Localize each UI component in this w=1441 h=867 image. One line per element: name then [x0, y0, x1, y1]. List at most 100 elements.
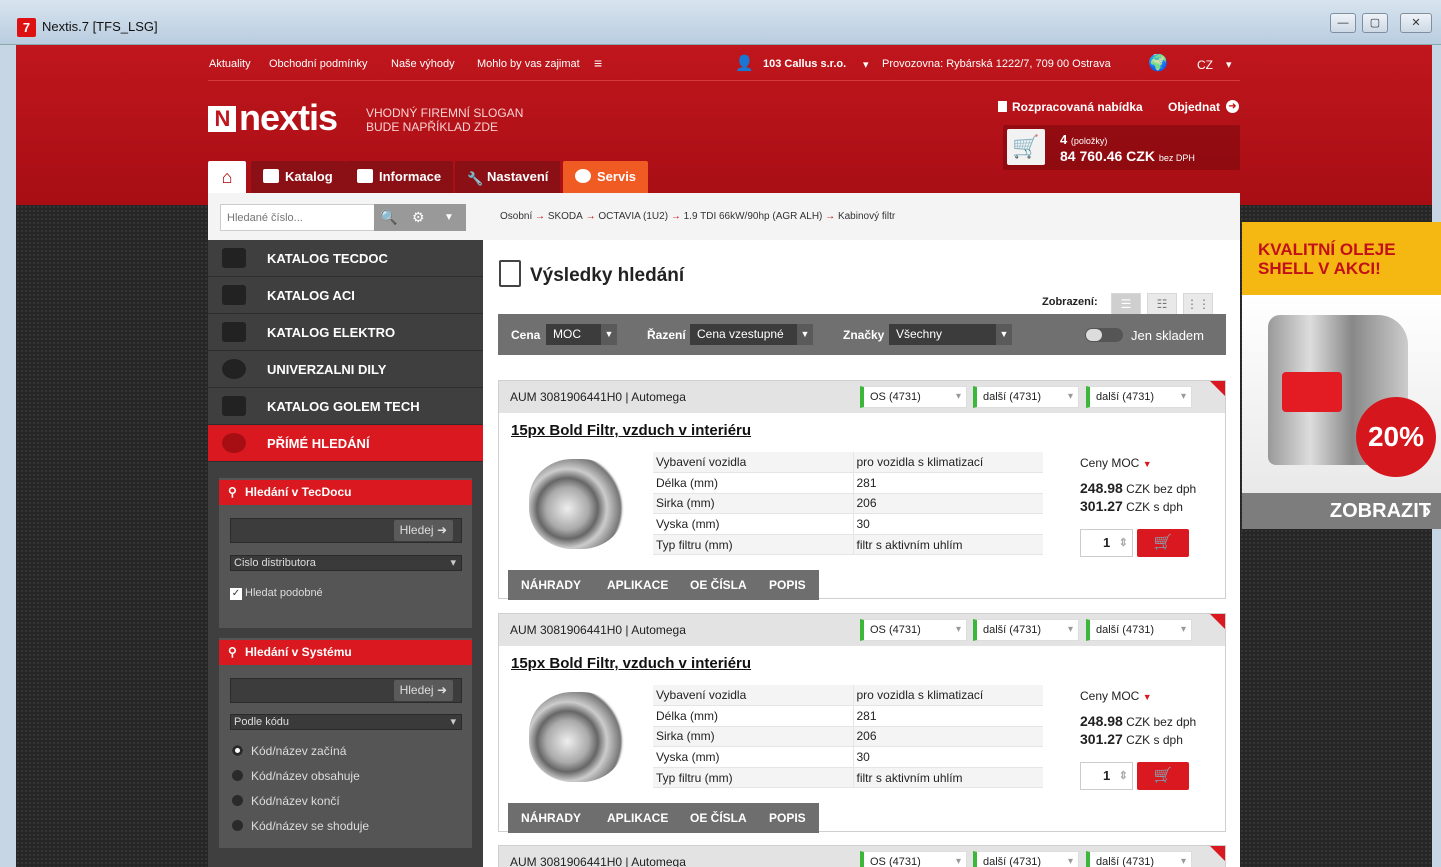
hledat-podobne-checkbox[interactable]: ✓ Hledat podobné — [230, 587, 323, 600]
stock-select[interactable]: další (4731) — [973, 619, 1079, 641]
tab-aplikace[interactable]: APLIKACE — [594, 803, 682, 833]
sidebar-item-label: UNIVERZALNI DILY — [267, 362, 387, 377]
cart-icon[interactable]: 🛒 — [1007, 129, 1045, 165]
topnav-mohlo-by-vas-zajimat[interactable]: Mohlo by vas zajimat — [477, 58, 580, 70]
promo-show-button[interactable]: ZOBRAZIT › — [1242, 493, 1441, 529]
add-to-cart-button[interactable]: 🛒 — [1137, 762, 1189, 790]
tab-popis[interactable]: POPIS — [756, 570, 819, 600]
company-selector[interactable]: 103 Callus s.r.o. — [763, 58, 846, 70]
radio-kod-se-shoduje[interactable]: Kód/název se shoduje — [232, 819, 369, 833]
radio-kod-zacina[interactable]: Kód/název začíná — [232, 744, 346, 758]
breadcrumb-item[interactable]: 1.9 TDI 66kW/90hp (AGR ALH) — [684, 211, 823, 222]
tab-informace[interactable]: Informace — [345, 161, 454, 193]
radio-kod-konci[interactable]: Kód/název končí — [232, 794, 340, 808]
tecdoc-hledej-button[interactable]: Hledej ➜ — [393, 520, 453, 541]
breadcrumb-item[interactable]: Osobní — [500, 211, 532, 222]
radio-icon[interactable] — [232, 795, 243, 806]
close-button[interactable]: ✕ — [1400, 13, 1432, 33]
tab-popis[interactable]: POPIS — [756, 803, 819, 833]
view-detail-icon[interactable]: ☷ — [1147, 293, 1177, 315]
system-mode-select[interactable]: Podle kódu — [230, 714, 462, 730]
tab-nastaveni[interactable]: 🔧 Nastavení — [455, 161, 561, 193]
breadcrumb-item[interactable]: Kabinový filtr — [838, 211, 895, 222]
radio-kod-obsahuje[interactable]: Kód/název obsahuje — [232, 769, 360, 783]
price-type-selector[interactable]: Ceny MOC ▼ — [1080, 689, 1152, 703]
chevron-down-icon: ▼ — [1142, 459, 1152, 469]
stock-select[interactable]: další (4731) — [973, 386, 1079, 408]
stock-select[interactable]: další (4731) — [1086, 619, 1192, 641]
sidebar-item-katalog-golem-tech[interactable]: KATALOG GOLEM TECH — [208, 388, 483, 425]
chevron-down-icon[interactable]: ▾ — [1226, 58, 1232, 71]
breadcrumb-item[interactable]: SKODA — [548, 211, 583, 222]
table-row: Vyska (mm) 30 — [653, 513, 1043, 535]
tecdoc-mode-select[interactable]: Cislo distributora — [230, 555, 462, 571]
menu-icon[interactable]: ≡ — [594, 55, 602, 71]
product-title-link[interactable]: 15px Bold Filtr, vzduch v interiéru — [511, 422, 751, 439]
minimize-button[interactable]: — — [1330, 13, 1356, 33]
tab-nahrady[interactable]: NÁHRADY — [508, 570, 594, 600]
tecdoc-search-input[interactable]: Hledej ➜ — [230, 518, 462, 543]
tab-oe-cisla[interactable]: OE ČÍSLA — [677, 803, 760, 833]
settings-icon[interactable]: ⚙ — [412, 204, 425, 231]
topnav-nase-vyhody[interactable]: Naše výhody — [391, 58, 455, 70]
system-hledej-button[interactable]: Hledej ➜ — [393, 680, 453, 701]
logo[interactable]: Nnextis — [208, 97, 338, 139]
price-value: 248.98 — [1080, 480, 1123, 496]
price-type-selector[interactable]: Ceny MOC ▼ — [1080, 456, 1152, 470]
view-grid-icon[interactable]: ⋮⋮ — [1183, 293, 1213, 315]
price-value: 301.27 — [1080, 731, 1123, 747]
search-input[interactable] — [220, 204, 375, 231]
quantity-stepper[interactable]: 1 — [1080, 529, 1133, 557]
topnav-obchodni-podminky[interactable]: Obchodní podmínky — [269, 58, 367, 70]
table-row: Sirka (mm) 206 — [653, 726, 1043, 748]
view-list-icon[interactable]: ☰ — [1111, 293, 1141, 315]
stock-select[interactable]: OS (4731) — [860, 386, 967, 408]
stock-toggle[interactable] — [1085, 328, 1123, 342]
arrow-right-icon[interactable]: ➜ — [1226, 100, 1239, 113]
stock-select[interactable]: další (4731) — [1086, 851, 1192, 867]
product-image[interactable] — [529, 459, 625, 549]
quantity-stepper[interactable]: 1 — [1080, 762, 1133, 790]
checkbox-icon[interactable]: ✓ — [230, 588, 242, 600]
lightning-icon — [222, 322, 246, 342]
tab-servis[interactable]: Servis — [563, 161, 649, 193]
chevron-down-icon[interactable]: ▼ — [444, 204, 454, 231]
stock-select[interactable]: další (4731) — [1086, 386, 1192, 408]
chat-icon — [357, 169, 373, 183]
corner-flag-icon — [1210, 846, 1225, 861]
rozpracovana-nabidka-link[interactable]: Rozpracovaná nabídka — [1012, 100, 1143, 114]
tab-nahrady[interactable]: NÁHRADY — [508, 803, 594, 833]
breadcrumb-item[interactable]: OCTAVIA (1U2) — [598, 211, 668, 222]
sidebar-item-univerzalni-dily[interactable]: UNIVERZALNI DILY — [208, 351, 483, 388]
chevron-right-icon: › — [1424, 500, 1431, 522]
system-search-input[interactable]: Hledej ➜ — [230, 678, 462, 703]
search-icon[interactable]: 🔍 — [380, 204, 397, 231]
tab-aplikace[interactable]: APLIKACE — [594, 570, 682, 600]
tab-home[interactable]: ⌂ — [208, 161, 246, 193]
sidebar-item-katalog-elektro[interactable]: KATALOG ELEKTRO — [208, 314, 483, 351]
sidebar-item-katalog-tecdoc[interactable]: KATALOG TECDOC — [208, 240, 483, 277]
radio-icon[interactable] — [232, 745, 243, 756]
stock-select[interactable]: OS (4731) — [860, 619, 967, 641]
promo-headline: KVALITNÍ OLEJE SHELL V AKCI! — [1242, 222, 1441, 295]
maximize-button[interactable]: ▢ — [1362, 13, 1388, 33]
sidebar-item-prime-hledani[interactable]: PŘÍMÉ HLEDÁNÍ — [208, 425, 483, 462]
topnav-aktuality[interactable]: Aktuality — [209, 58, 251, 70]
radio-icon[interactable] — [232, 770, 243, 781]
radio-icon[interactable] — [232, 820, 243, 831]
tab-katalog[interactable]: Katalog — [251, 161, 345, 193]
stock-select[interactable]: OS (4731) — [860, 851, 967, 867]
znacky-select[interactable]: Všechny ▼ — [889, 324, 1012, 345]
language-selector[interactable]: CZ — [1197, 58, 1213, 72]
stock-select[interactable]: další (4731) — [973, 851, 1079, 867]
product-image[interactable] — [529, 692, 625, 782]
objednat-link[interactable]: Objednat — [1168, 100, 1220, 114]
add-to-cart-button[interactable]: 🛒 — [1137, 529, 1189, 557]
tab-label: Katalog — [285, 169, 333, 184]
chevron-down-icon[interactable]: ▾ — [863, 58, 869, 71]
cena-select[interactable]: MOC ▼ — [546, 324, 617, 345]
sidebar-item-katalog-aci[interactable]: KATALOG ACI — [208, 277, 483, 314]
tab-oe-cisla[interactable]: OE ČÍSLA — [677, 570, 760, 600]
razeni-select[interactable]: Cena vzestupné ▼ — [690, 324, 813, 345]
product-title-link[interactable]: 15px Bold Filtr, vzduch v interiéru — [511, 655, 751, 672]
